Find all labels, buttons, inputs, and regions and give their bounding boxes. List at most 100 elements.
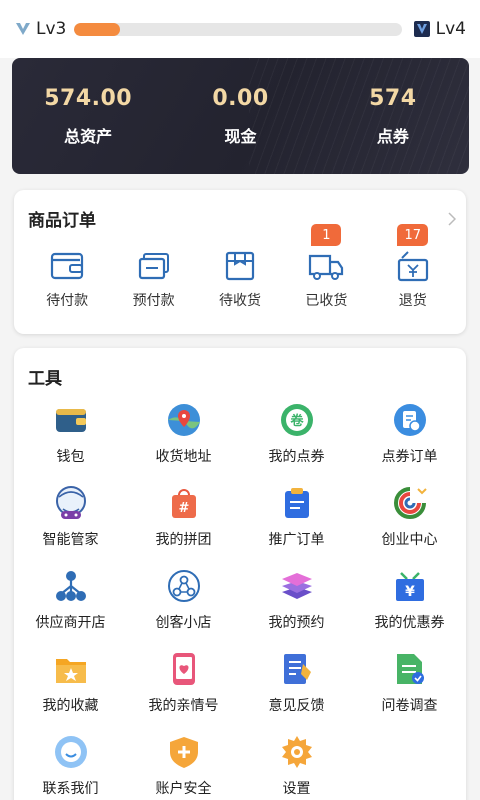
tool-label: 我的预约 [268, 615, 325, 631]
order-label: 待付款 [46, 293, 89, 309]
layers-icon [277, 566, 317, 606]
tool-my-coupons[interactable]: 卷 我的点券 [240, 400, 353, 483]
group-buy-icon: # [164, 483, 204, 523]
received-badge: 1 [311, 224, 342, 246]
asset-cash[interactable]: 0.00 现金 [164, 58, 316, 174]
tool-label: 我的拼团 [155, 532, 212, 548]
tool-contact-us[interactable]: 联系我们 [14, 732, 127, 800]
truck-icon [306, 246, 346, 286]
current-level: Lv3 [16, 19, 66, 39]
return-icon [393, 246, 433, 286]
tools-title: 工具 [28, 369, 62, 389]
order-label: 退货 [398, 293, 427, 309]
asset-points[interactable]: 574 点券 [317, 58, 469, 174]
tool-label: 推广订单 [268, 532, 325, 548]
robot-icon [51, 483, 91, 523]
tool-address[interactable]: 收货地址 [127, 400, 240, 483]
map-pin-icon [164, 400, 204, 440]
tool-label: 创客小店 [155, 615, 212, 631]
tool-label: 我的点券 [268, 449, 325, 465]
tool-label: 意见反馈 [268, 698, 325, 714]
order-label: 已收货 [305, 293, 348, 309]
return-badge: 17 [397, 224, 429, 246]
asset-total[interactable]: 574.00 总资产 [12, 58, 164, 174]
tool-label: 设置 [282, 781, 311, 797]
tools-grid: 钱包 收货地址 卷 我的点券 点券订单 智能管家 # 我的拼团 推广订单 创业中… [14, 400, 466, 800]
chevron-right-icon[interactable] [448, 212, 456, 226]
order-status-row: 待付款 预付款 待收货 1 已收货 17 退货 [14, 224, 466, 310]
tool-feedback[interactable]: 意见反馈 [240, 649, 353, 732]
prepay-card-icon [134, 246, 174, 286]
clipboard-icon [277, 483, 317, 523]
level-badge-icon [16, 23, 30, 35]
asset-value: 574 [369, 85, 417, 111]
tool-label: 点券订单 [381, 449, 438, 465]
tool-label: 智能管家 [42, 532, 99, 548]
order-prepaid[interactable]: 预付款 [112, 246, 196, 310]
coupon-icon: 卷 [277, 400, 317, 440]
box-icon [220, 246, 260, 286]
tool-coupon-orders[interactable]: 点券订单 [353, 400, 466, 483]
asset-label: 点券 [376, 126, 409, 146]
startup-icon [390, 483, 430, 523]
tool-label: 钱包 [56, 449, 85, 465]
tool-family-number[interactable]: 我的亲情号 [127, 649, 240, 732]
tool-startup-center[interactable]: 创业中心 [353, 483, 466, 566]
chat-icon [51, 732, 91, 772]
tool-my-reservations[interactable]: 我的预约 [240, 566, 353, 649]
current-level-label: Lv3 [36, 19, 67, 39]
tool-smart-butler[interactable]: 智能管家 [14, 483, 127, 566]
tool-my-discounts[interactable]: ¥ 我的优惠券 [353, 566, 466, 649]
orders-card: 商品订单 待付款 预付款 待收货 1 已收货 17 退货 [14, 190, 466, 334]
tool-label: 问卷调查 [381, 698, 438, 714]
level-badge-icon [413, 21, 430, 37]
discount-icon: ¥ [390, 566, 430, 606]
tool-group-buy[interactable]: # 我的拼团 [127, 483, 240, 566]
tool-label: 账户安全 [155, 781, 212, 797]
asset-summary-card: 574.00 总资产 0.00 现金 574 点券 [12, 58, 469, 174]
tool-label: 我的收藏 [42, 698, 99, 714]
asset-label: 总资产 [64, 126, 113, 146]
tool-label: 供应商开店 [35, 615, 106, 631]
level-bar: Lv3 Lv4 [0, 0, 480, 58]
gear-icon [277, 732, 317, 772]
svg-text:¥: ¥ [405, 584, 415, 600]
wallet-icon [47, 246, 87, 286]
shop-network-icon [164, 566, 204, 606]
asset-value: 0.00 [212, 85, 269, 111]
tool-survey[interactable]: 问卷调查 [353, 649, 466, 732]
tool-promotion-orders[interactable]: 推广订单 [240, 483, 353, 566]
tool-my-favorites[interactable]: 我的收藏 [14, 649, 127, 732]
shield-icon [164, 732, 204, 772]
order-awaiting-delivery[interactable]: 待收货 [198, 246, 282, 310]
survey-icon [390, 649, 430, 689]
tool-settings[interactable]: 设置 [240, 732, 353, 800]
order-label: 预付款 [132, 293, 175, 309]
feedback-icon [277, 649, 317, 689]
order-pending-payment[interactable]: 待付款 [25, 246, 109, 310]
asset-value: 574.00 [44, 85, 133, 111]
tool-maker-shop[interactable]: 创客小店 [127, 566, 240, 649]
order-label: 待收货 [218, 293, 261, 309]
order-received[interactable]: 1 已收货 [284, 224, 368, 310]
next-level: Lv4 [413, 19, 466, 39]
tool-label: 创业中心 [381, 532, 438, 548]
tool-wallet[interactable]: 钱包 [14, 400, 127, 483]
favorite-folder-icon [51, 649, 91, 689]
phone-heart-icon [164, 649, 204, 689]
tool-account-security[interactable]: 账户安全 [127, 732, 240, 800]
tools-card: 工具 钱包 收货地址 卷 我的点券 点券订单 智能管家 # 我的拼团 推广订单 … [14, 348, 466, 800]
order-return[interactable]: 17 退货 [371, 224, 455, 310]
tool-supplier-shop[interactable]: 供应商开店 [14, 566, 127, 649]
tool-label: 我的优惠券 [374, 615, 445, 631]
svg-text:卷: 卷 [290, 413, 304, 429]
network-icon [51, 566, 91, 606]
orders-title: 商品订单 [28, 211, 96, 231]
tool-label: 我的亲情号 [148, 698, 219, 714]
tool-label: 联系我们 [42, 781, 99, 797]
coupon-order-icon [390, 400, 430, 440]
level-progress [74, 22, 402, 36]
next-level-label: Lv4 [435, 19, 466, 39]
asset-label: 现金 [224, 126, 257, 146]
wallet-icon [51, 400, 91, 440]
